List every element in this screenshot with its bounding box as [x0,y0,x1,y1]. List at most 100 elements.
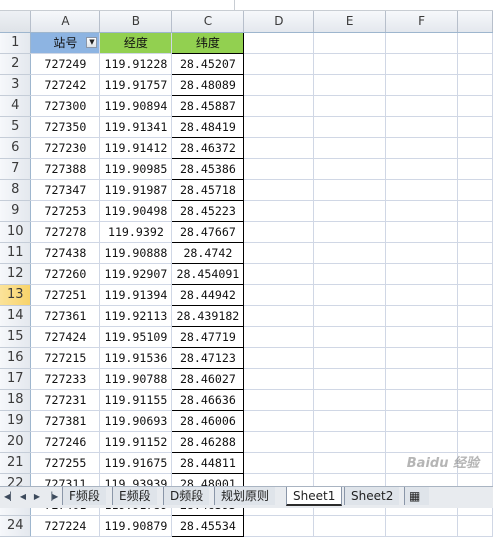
cell[interactable] [313,515,387,537]
prev-sheet-icon[interactable]: ◀ [18,491,28,503]
cell[interactable] [457,431,493,453]
longitude-cell[interactable]: 119.91341 [99,116,173,138]
cell[interactable] [385,74,459,96]
column-header-c[interactable]: C [171,11,245,33]
cell[interactable] [385,221,459,243]
longitude-cell[interactable]: 119.91412 [99,137,173,159]
latitude-cell[interactable]: 28.44811 [171,452,245,474]
cell[interactable] [313,200,387,222]
header-cell-longitude[interactable]: 经度 [99,32,173,54]
cell[interactable] [457,74,493,96]
station-cell[interactable]: 727260 [30,263,101,285]
cell[interactable] [313,347,387,369]
latitude-cell[interactable]: 28.47123 [171,347,245,369]
cell[interactable] [457,410,493,432]
cell[interactable] [243,515,315,537]
station-cell[interactable]: 727230 [30,137,101,159]
station-cell[interactable]: 727215 [30,347,101,369]
cell[interactable] [313,95,387,117]
cell[interactable] [385,410,459,432]
cell[interactable] [385,200,459,222]
latitude-cell[interactable]: 28.45534 [171,515,245,537]
cell[interactable] [457,158,493,180]
sheet-tab-sheet2[interactable]: Sheet2 [344,487,400,505]
cell[interactable] [243,221,315,243]
cell[interactable] [385,305,459,327]
row-header[interactable]: 1 [0,32,32,54]
row-header[interactable]: 11 [0,242,32,264]
cell[interactable] [243,284,315,306]
cell[interactable] [243,389,315,411]
cell[interactable] [385,368,459,390]
cell[interactable] [457,242,493,264]
longitude-cell[interactable]: 119.92907 [99,263,173,285]
station-cell[interactable]: 727361 [30,305,101,327]
cell[interactable] [385,326,459,348]
sheet-tab-d[interactable]: D频段 [163,487,210,505]
longitude-cell[interactable]: 119.95109 [99,326,173,348]
cell[interactable] [313,410,387,432]
cell[interactable] [243,179,315,201]
latitude-cell[interactable]: 28.46288 [171,431,245,453]
station-cell[interactable]: 727253 [30,200,101,222]
cell[interactable] [385,284,459,306]
station-cell[interactable]: 727347 [30,179,101,201]
row-header[interactable]: 2 [0,53,32,75]
cell[interactable] [313,389,387,411]
station-cell[interactable]: 727233 [30,368,101,390]
cell[interactable] [385,242,459,264]
cell[interactable] [385,158,459,180]
row-header[interactable]: 5 [0,116,32,138]
first-sheet-icon[interactable]: ◀▏ [4,491,16,503]
station-cell[interactable]: 727381 [30,410,101,432]
station-cell[interactable]: 727278 [30,221,101,243]
cell[interactable] [457,326,493,348]
cell[interactable] [385,347,459,369]
column-header-g[interactable] [457,11,493,33]
column-header-b[interactable]: B [99,11,173,33]
cell[interactable] [457,263,493,285]
cell[interactable] [457,95,493,117]
cell[interactable] [243,95,315,117]
longitude-cell[interactable]: 119.91228 [99,53,173,75]
cell[interactable] [243,242,315,264]
cell[interactable] [243,431,315,453]
header-cell-latitude[interactable]: 纬度 [171,32,245,54]
longitude-cell[interactable]: 119.91152 [99,431,173,453]
station-cell[interactable]: 727249 [30,53,101,75]
cell[interactable] [243,116,315,138]
latitude-cell[interactable]: 28.4742 [171,242,245,264]
cell[interactable] [457,347,493,369]
longitude-cell[interactable]: 119.90894 [99,95,173,117]
cell[interactable] [385,137,459,159]
sheet-tab-f[interactable]: F频段 [62,487,106,505]
cell[interactable] [457,200,493,222]
cell[interactable] [385,179,459,201]
cell[interactable] [313,326,387,348]
row-header[interactable]: 6 [0,137,32,159]
sheet-tab-sheet1[interactable]: Sheet1 [286,487,343,506]
column-header-d[interactable]: D [243,11,315,33]
cell[interactable] [385,389,459,411]
station-cell[interactable]: 727255 [30,452,101,474]
cell[interactable] [457,221,493,243]
row-header[interactable]: 15 [0,326,32,348]
column-header-f[interactable]: F [385,11,459,33]
cell[interactable] [313,179,387,201]
longitude-cell[interactable]: 119.91394 [99,284,173,306]
sheet-tab-e[interactable]: E频段 [112,487,157,505]
longitude-cell[interactable]: 119.91757 [99,74,173,96]
row-header[interactable]: 21 [0,452,32,474]
longitude-cell[interactable]: 119.90888 [99,242,173,264]
cell[interactable] [385,431,459,453]
insert-sheet-icon[interactable]: ▦ [404,487,429,505]
latitude-cell[interactable]: 28.48089 [171,74,245,96]
cell[interactable] [457,53,493,75]
station-cell[interactable]: 727231 [30,389,101,411]
cell[interactable] [313,263,387,285]
latitude-cell[interactable]: 28.44942 [171,284,245,306]
station-cell[interactable]: 727350 [30,116,101,138]
last-sheet-icon[interactable]: ▕▶ [46,491,58,503]
row-header[interactable]: 12 [0,263,32,285]
column-header-a[interactable]: A [30,11,101,33]
